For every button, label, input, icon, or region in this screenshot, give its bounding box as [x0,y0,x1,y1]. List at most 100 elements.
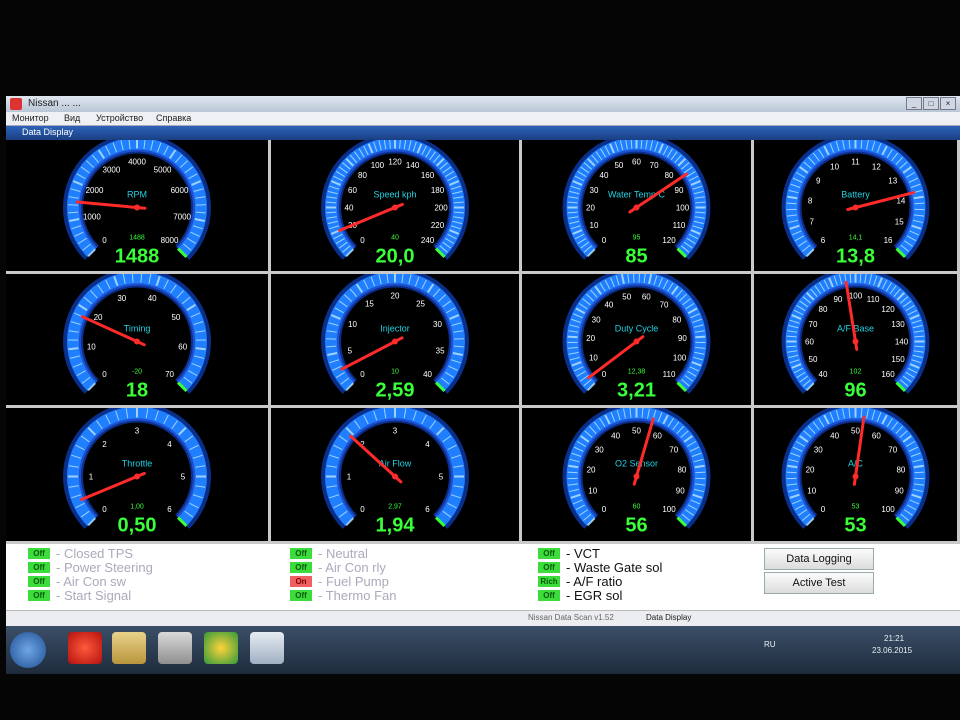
gauge-tick [914,202,925,205]
gauge-hub [134,204,140,211]
menu-monitor[interactable]: Монитор [12,113,49,123]
gauge-rpm: 0 1000 2000 3000 4000 5000 6000 7000 8000 RPM 1488… [6,140,271,274]
gauge-tick-label: 0 [360,505,365,514]
data-logging-button[interactable]: Data Logging [764,548,874,570]
gauge-battery: 6 7 8 9 10 11 12 13 14 15 16 Battery 14,1 13,8 [754,140,960,274]
menu-bar: Монитор Вид Устройство Справка [6,112,960,126]
gauge-tick-label: 0 [602,505,607,514]
gauge-tick-label: 50 [171,313,180,322]
gauge-o2: 0 10 20 30 40 50 60 70 80 90 100 O2 Sensor 60 56 [522,408,754,544]
gauge-value: 53 [844,515,866,537]
gauge-tick-label: 240 [421,236,435,245]
gauge-tick-label: 30 [433,320,442,329]
status-signal-label: - Air Con sw [56,574,127,589]
gauge-hub [633,338,640,345]
gauge-tick-label: 8 [808,196,813,205]
tab-data-display[interactable]: Data Display [646,613,691,625]
gauge-tick-label: 30 [814,445,823,454]
gauge-hub [392,473,398,480]
gauge-tick-label: 100 [371,161,385,170]
gauge-label: Speed kph [373,190,416,200]
status-flag: On [290,576,312,587]
gauge-tick-label: 5 [181,473,186,482]
gauge-tick-label: 5000 [154,165,172,174]
start-button[interactable] [10,632,46,668]
gauge-tick-label: 110 [673,221,686,230]
gauge-tick [786,202,797,205]
gauge-value: 13,8 [836,246,875,268]
status-flag: Off [290,548,312,559]
gauge-afc: 0 10 20 30 40 50 60 70 80 90 100 A/C 53 53 [754,408,960,544]
gauge-secondary-value: 1,00 [130,504,144,511]
gauge-label: Injector [380,324,410,334]
gauge-tick-label: 30 [592,315,601,324]
gauge-value: 1,94 [376,515,416,537]
gauge-tick-label: 50 [809,355,818,364]
gauge-tick-label: 6000 [171,186,189,195]
gauge-label: Throttle [122,459,153,469]
tray-time[interactable]: 21:21 [884,634,904,643]
gauge-tick-label: 4000 [128,158,146,167]
gauge-value: 18 [126,380,148,402]
gauge-value: 3,21 [617,380,656,402]
gauge-tick-label: 40 [423,370,432,379]
gauge-value: 20,0 [376,246,415,268]
folder-icon[interactable] [112,632,146,664]
gauge-tick-label: 4 [167,440,172,449]
tab-data-scan[interactable]: Nissan Data Scan v1.52 [528,613,614,625]
gauge-label: Duty Cycle [615,324,659,334]
gauge-hub [852,473,859,480]
status-flag: Off [538,562,560,573]
minimize-button[interactable]: _ [906,97,922,110]
tray-language[interactable]: RU [764,640,776,649]
gauge-hub [134,338,140,345]
status-flag: Off [28,576,50,587]
gauge-tick [140,274,143,283]
status-signal-label: - Closed TPS [56,546,134,561]
gauge-tick-label: 140 [895,338,909,347]
gauge-label: Battery [841,190,870,200]
tray-date[interactable]: 23.06.2015 [872,646,912,655]
gauge-secondary-value: 95 [633,235,641,242]
gauge-tick-label: 3 [135,427,140,436]
window-title: Nissan ... ... [28,98,81,109]
document-title: Data Display [22,127,74,137]
gauge-speed: 020406080100120140160180200220240Speed k… [271,140,522,274]
gauge-tick-label: 60 [178,343,187,352]
menu-view[interactable]: Вид [64,113,80,123]
app-scan-icon[interactable] [250,632,284,664]
gauge-tick-label: 60 [632,158,641,167]
chrome-icon[interactable] [204,632,238,664]
gauge-secondary-value: 14,1 [849,235,863,242]
gauge-tick [68,347,79,351]
gauge-tick-label: 120 [881,305,895,314]
status-signal-label: - Thermo Fan [318,588,397,603]
status-signal-label: - Power Steering [56,560,153,575]
gauge-hub [852,338,859,345]
maximize-button[interactable]: □ [923,97,939,110]
gauge-tick-label: 100 [662,505,676,514]
gauge-tick-label: 90 [895,487,904,496]
gauge-secondary-value: 40 [391,235,399,242]
menu-device[interactable]: Устройство [96,113,143,123]
status-flag: Off [28,590,50,601]
gauge-throttle: 0 1 2 3 4 5 6 Throttle 1,00 0,50 [6,408,271,544]
gauge-grid: 0 1000 2000 3000 4000 5000 6000 7000 8000 RPM 1488… [6,140,960,544]
gauge-tick-label: 11 [851,158,860,167]
gauge-tick-label: 40 [819,370,828,379]
gauge-tick-label: 60 [653,432,662,441]
close-button[interactable]: × [940,97,956,110]
gauge-duty: 0 10 20 30 40 50 60 70 80 90 100 110 Duty Cycle 12,38… [522,274,754,408]
opera-icon[interactable] [68,632,102,664]
active-test-button[interactable]: Active Test [764,572,874,594]
gauge-tick-label: 160 [881,370,895,379]
gauge-tick-label: 80 [358,171,367,180]
gauge-hub [134,473,140,480]
gauge-hub [633,473,640,480]
media-icon[interactable] [158,632,192,664]
status-flag: Off [290,562,312,573]
status-signal-label: - Fuel Pump [318,574,389,589]
gauge-tick-label: 50 [632,427,641,436]
menu-help[interactable]: Справка [156,113,191,123]
gauge-hub [392,204,398,211]
